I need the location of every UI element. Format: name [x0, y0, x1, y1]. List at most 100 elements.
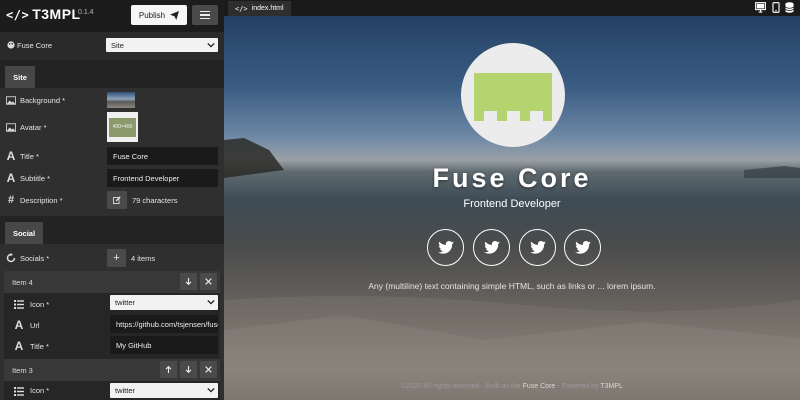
site-footer: ©2020 All rights reserved - Built on the…: [224, 383, 800, 390]
database-icon: [785, 2, 794, 13]
social-link[interactable]: [519, 229, 556, 266]
tab-social-label: Social: [12, 228, 36, 238]
twitter-icon: [574, 241, 591, 254]
title-label: Title *: [20, 151, 39, 161]
phone-icon: [771, 2, 780, 13]
description-label: Description *: [20, 195, 63, 205]
item-header: Item 4: [4, 271, 220, 293]
socials-count: 4 items: [131, 253, 156, 263]
background-thumbnail[interactable]: [107, 92, 135, 108]
footer-link[interactable]: T3MPL: [600, 383, 623, 390]
background-label: Background *: [20, 95, 66, 105]
menu-button[interactable]: [192, 5, 218, 25]
edit-icon: [113, 196, 121, 204]
template-row: Fuse Core Site: [0, 34, 224, 56]
preview-tabbar: </> index.html: [224, 0, 800, 16]
send-icon: [170, 10, 180, 20]
item-body: Icon * twitter: [4, 381, 220, 400]
hamburger-line: [200, 14, 210, 16]
app-logo: </> T3MPL: [6, 6, 81, 22]
footer-text: ©2020 All rights reserved - Built on the: [401, 383, 523, 390]
database-button[interactable]: [783, 1, 796, 14]
item-header-label: Item 4: [12, 278, 33, 287]
app-name: T3MPL: [32, 6, 81, 22]
chevron-down-icon: [207, 299, 215, 305]
socials-row: Socials * + 4 items: [0, 247, 224, 269]
hero-title: Fuse Core: [432, 163, 592, 193]
plus-icon: +: [113, 252, 120, 264]
subtitle-row: A Subtitle * Frontend Developer: [0, 167, 224, 189]
arrow-down-icon: [185, 278, 192, 285]
icon-row: Icon * twitter: [4, 293, 220, 315]
image-icon: [6, 95, 16, 105]
close-icon: [205, 366, 212, 373]
text-icon: A: [6, 171, 16, 185]
desktop-view-button[interactable]: [754, 1, 767, 14]
socials-label: Socials *: [20, 253, 50, 263]
icon-select-value: twitter: [115, 298, 136, 307]
add-item-button[interactable]: +: [107, 249, 126, 267]
tab-social[interactable]: Social: [5, 222, 43, 244]
avatar-thumbnail[interactable]: 400×400: [107, 112, 138, 142]
item-header-label: Item 3: [12, 366, 33, 375]
hero-subtitle: Frontend Developer: [463, 198, 561, 210]
file-tab[interactable]: </> index.html: [228, 1, 291, 16]
app-version: 0.1.4: [78, 9, 94, 16]
item-title-input[interactable]: My GitHub: [110, 336, 218, 354]
description-count: 79 characters: [132, 195, 178, 205]
edit-description-button[interactable]: [107, 191, 127, 209]
template-select[interactable]: Site: [106, 38, 218, 52]
remove-item-button[interactable]: [200, 273, 217, 290]
template-select-value: Site: [111, 40, 124, 50]
avatar-row: Avatar * 400×400: [0, 112, 224, 142]
chevron-down-icon: [207, 42, 215, 48]
list-icon: [14, 386, 24, 396]
move-up-button[interactable]: [160, 361, 177, 378]
editor-topbar: </> T3MPL 0.1.4 Publish: [0, 0, 224, 32]
social-link[interactable]: [427, 229, 464, 266]
description-row: # Description * 79 characters: [0, 189, 224, 211]
icon-select-value: twitter: [115, 386, 136, 395]
text-icon: A: [14, 339, 24, 353]
hash-icon: #: [7, 194, 15, 206]
monitor-icon: [755, 2, 766, 13]
item-title-label: Title *: [30, 342, 49, 351]
icon-select[interactable]: twitter: [110, 383, 218, 398]
footer-link[interactable]: Fuse Core: [523, 383, 556, 390]
subtitle-label: Subtitle *: [20, 173, 51, 183]
url-row: A Url https://github.com/tsjensen/fuse: [4, 314, 220, 336]
footer-text: - Powered by: [555, 383, 601, 390]
file-tab-label: index.html: [251, 5, 284, 12]
icon-label: Icon *: [30, 300, 50, 309]
social-link[interactable]: [564, 229, 601, 266]
remove-item-button[interactable]: [200, 361, 217, 378]
move-down-button[interactable]: [180, 273, 197, 290]
twitter-icon: [437, 241, 454, 254]
publish-button[interactable]: Publish: [131, 5, 187, 25]
url-input[interactable]: https://github.com/tsjensen/fuse: [110, 315, 218, 333]
avatar-label: Avatar *: [20, 122, 47, 132]
mobile-view-button[interactable]: [769, 1, 782, 14]
title-row: A Title * Fuse Core: [0, 145, 224, 167]
subtitle-input[interactable]: Frontend Developer: [107, 169, 218, 187]
site-preview: </> index.html Fuse Core Frontend Develo…: [224, 0, 800, 400]
twitter-icon: [529, 241, 546, 254]
chevron-down-icon: [207, 387, 215, 393]
palette-icon: [6, 40, 16, 50]
social-link[interactable]: [473, 229, 510, 266]
text-icon: A: [6, 149, 16, 163]
background-row: Background *: [0, 89, 224, 111]
icon-select[interactable]: twitter: [110, 295, 218, 310]
move-down-button[interactable]: [180, 361, 197, 378]
icon-row: Icon * twitter: [4, 381, 220, 400]
close-icon: [205, 278, 212, 285]
icon-label: Icon *: [30, 386, 50, 395]
refresh-icon: [6, 253, 16, 263]
image-icon: [6, 122, 16, 132]
arrow-down-icon: [185, 366, 192, 373]
code-icon: </>: [6, 8, 30, 22]
title-input[interactable]: Fuse Core: [107, 147, 218, 165]
hero-description: Any (multiline) text containing simple H…: [368, 281, 656, 291]
twitter-icon: [483, 241, 500, 254]
tab-site[interactable]: Site: [5, 66, 35, 88]
